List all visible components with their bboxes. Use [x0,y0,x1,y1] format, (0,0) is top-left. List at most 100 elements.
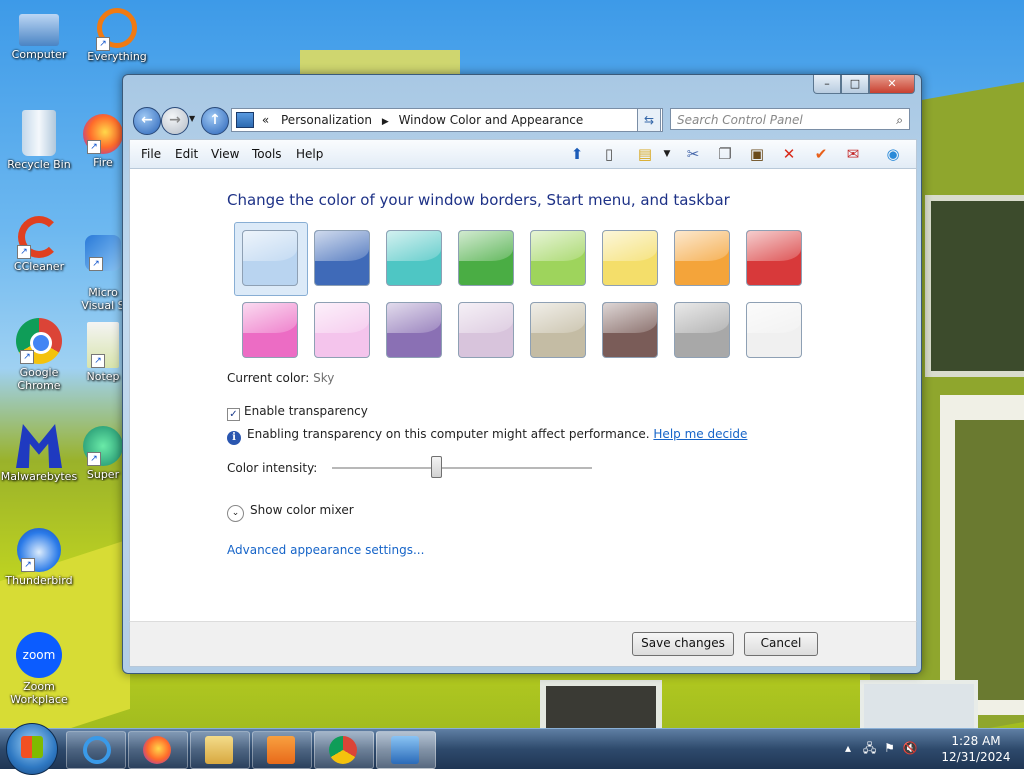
close-button[interactable]: ✕ [869,75,915,94]
shell-icon[interactable]: ◉ [882,143,904,165]
clock[interactable]: 1:28 AM 12/31/2024 [936,733,1016,765]
start-button[interactable] [6,723,58,775]
search-input[interactable]: Search Control Panel ⌕ [670,108,910,130]
folder-icon [205,736,233,764]
color-swatch-ruby[interactable] [746,230,802,286]
desktop-icon-label: CCleaner [13,260,65,273]
save-changes-button[interactable]: Save changes [632,632,734,656]
zoom-icon: zoom [16,632,62,678]
color-swatch-violet[interactable] [386,302,442,358]
taskbar-chrome[interactable] [314,731,374,769]
breadcrumb-personalization[interactable]: Personalization [281,113,372,127]
taskbar-media-player[interactable] [252,731,312,769]
copy-icon[interactable]: ❐ [714,143,736,165]
action-center-flag-icon[interactable]: ⚑ [884,741,895,755]
checkmark-icon[interactable]: ✔ [810,143,832,165]
expand-chevron-icon[interactable]: ⌄ [227,505,244,522]
color-swatch-sky[interactable] [242,230,298,286]
desktop-icon-computer[interactable]: Computer [0,8,78,61]
menu-view[interactable]: View [211,140,239,168]
show-color-mixer-label[interactable]: Show color mixer [250,503,354,517]
paste-icon[interactable]: ▣ [746,143,768,165]
up-button[interactable]: ↑ [201,107,229,135]
delete-icon[interactable]: ✕ [778,143,800,165]
menu-help[interactable]: Help [296,140,323,168]
shortcut-arrow-icon: ↗ [91,354,105,368]
color-swatch-sun[interactable] [602,230,658,286]
color-swatch-slate[interactable] [674,302,730,358]
desktop-icon-label: Google Chrome [17,366,61,392]
recent-pages-dropdown-icon[interactable]: ▼ [189,114,195,123]
desktop-icon-thunderbird[interactable]: ↗ Thunderbird [0,528,78,587]
minimize-button[interactable]: – [813,75,841,94]
taskbar-control-panel[interactable] [376,731,436,769]
show-hidden-icons-icon[interactable]: ▴ [845,741,851,755]
back-button[interactable]: ← [133,107,161,135]
color-swatch-chocolate[interactable] [602,302,658,358]
maximize-button[interactable]: □ [841,75,869,94]
taskbar: ▴ 🖧 ⚑ 🔇 1:28 AM 12/31/2024 [0,723,1024,775]
color-swatch-pumpkin[interactable] [674,230,730,286]
address-bar[interactable]: « Personalization ▶ Window Color and App… [231,108,663,132]
cancel-button[interactable]: Cancel [744,632,818,656]
desktop-icon-notepad[interactable]: ↗ Notep [78,322,128,383]
menu-file[interactable]: File [141,140,161,168]
malwarebytes-icon [16,424,62,468]
menu-tools[interactable]: Tools [252,140,282,168]
network-icon[interactable]: 🖧 [863,741,876,755]
menu-bar: File Edit View Tools Help ⬆ ▯ ▤ ▼ ✂ ❐ ▣ … [129,139,917,168]
shortcut-arrow-icon: ↗ [96,37,110,51]
color-swatch-lavender[interactable] [458,302,514,358]
caption-buttons: – □ ✕ [813,75,915,94]
options-dropdown-icon[interactable]: ▼ [656,143,678,165]
color-intensity-slider-track[interactable] [332,467,592,470]
desktop-icon-recycle-bin[interactable]: Recycle Bin [0,110,78,171]
desktop-icon-everything[interactable]: ↗ Everything [78,8,156,63]
forward-button[interactable]: → [161,107,189,135]
folder-options-icon[interactable]: ▤ [634,143,656,165]
shortcut-arrow-icon: ↗ [87,452,101,466]
enable-transparency-row[interactable]: ✓ Enable transparency [227,404,368,421]
enable-transparency-label[interactable]: Enable transparency [244,404,368,418]
color-intensity-slider-thumb[interactable] [431,456,442,478]
taskbar-firefox[interactable] [128,731,188,769]
desktop-icon-malwarebytes[interactable]: Malwarebytes [0,424,78,483]
color-swatch-blush[interactable] [314,302,370,358]
search-icon[interactable]: ⌕ [896,109,903,131]
help-me-decide-link[interactable]: Help me decide [653,427,747,441]
desktop-icon-firefox[interactable]: ↗ Fire [78,114,128,169]
chrome-icon: ↗ [16,318,62,364]
internet-explorer-icon [83,736,111,764]
color-swatch-leaf[interactable] [458,230,514,286]
color-swatch-twilight[interactable] [314,230,370,286]
taskbar-file-explorer[interactable] [190,731,250,769]
desktop-icon-ccleaner[interactable]: ↗ CCleaner [0,216,78,273]
show-color-mixer[interactable]: ⌄ Show color mixer [227,503,354,522]
desktop-icon-zoom[interactable]: zoom Zoom Workplace [0,632,78,706]
desktop-icon-label: Everything [87,50,147,63]
breadcrumb-separator-icon[interactable]: ▶ [382,117,389,127]
color-swatch-taupe[interactable] [530,302,586,358]
enable-transparency-checkbox[interactable]: ✓ [227,408,240,421]
color-swatch-lime[interactable] [530,230,586,286]
refresh-icon[interactable]: ⇆ [637,108,661,132]
menu-edit[interactable]: Edit [175,140,198,168]
volume-muted-icon[interactable]: 🔇 [903,741,918,755]
color-swatch-sea[interactable] [386,230,442,286]
cut-icon[interactable]: ✂ [682,143,704,165]
pane-icon[interactable]: ▯ [598,143,620,165]
taskbar-internet-explorer[interactable] [66,731,126,769]
address-root[interactable]: « [262,113,269,127]
media-player-icon [267,736,295,764]
color-swatch-frost[interactable] [746,302,802,358]
breadcrumb-window-color[interactable]: Window Color and Appearance [399,113,584,127]
advanced-appearance-link[interactable]: Advanced appearance settings... [227,543,424,557]
color-swatch-fuchsia[interactable] [242,302,298,358]
desktop-icon-super[interactable]: ↗ Super [78,426,128,481]
page-title: Change the color of your window borders,… [227,191,730,209]
desktop-icon-visual-studio[interactable]: ↗ Micro Visual S [78,222,128,325]
color-intensity-label: Color intensity: [227,461,318,475]
properties-icon[interactable]: ✉ [842,143,864,165]
desktop-icon-google-chrome[interactable]: ↗ Google Chrome [0,318,78,392]
up-arrow-icon[interactable]: ⬆ [566,143,588,165]
